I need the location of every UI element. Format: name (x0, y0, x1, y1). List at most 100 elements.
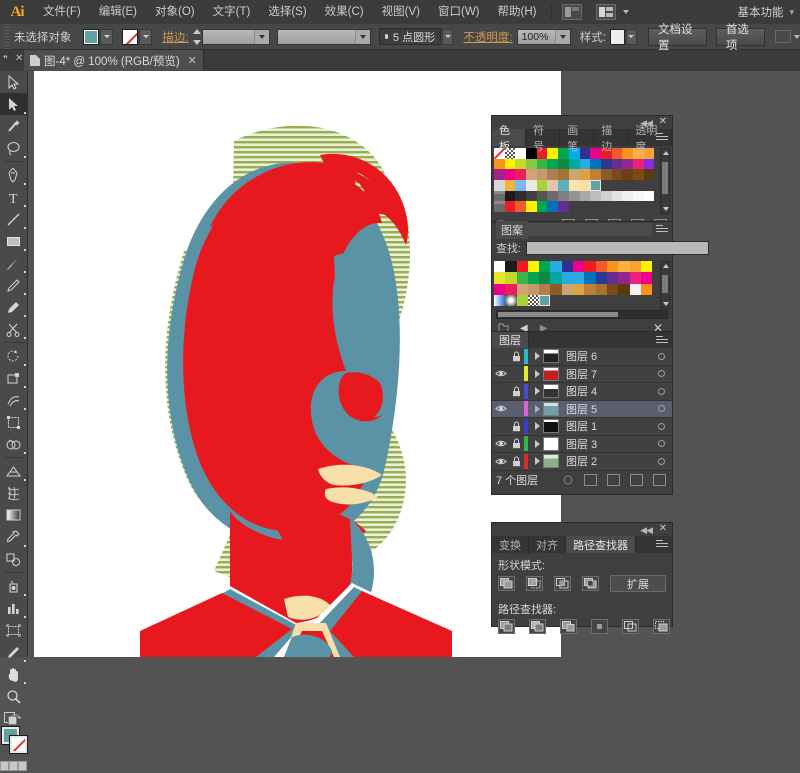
layer-name[interactable]: 图层 1 (559, 418, 650, 434)
lock-toggle-icon[interactable] (509, 438, 523, 449)
swatch-cell[interactable] (622, 180, 633, 191)
tab-layers[interactable]: 图层 (492, 332, 529, 348)
swatch-cell[interactable] (568, 190, 580, 202)
pen-tool[interactable] (0, 164, 27, 186)
pattern-cell[interactable] (641, 295, 652, 306)
pattern-cell[interactable] (606, 272, 619, 284)
menu-type[interactable]: 文字(T) (204, 0, 260, 24)
pattern-cell[interactable] (595, 272, 607, 284)
pattern-cell[interactable] (516, 294, 528, 307)
pattern-cell[interactable] (584, 272, 596, 284)
swap-colors-icon[interactable]: ⤺ (11, 711, 22, 722)
scrollbar-thumb[interactable] (662, 275, 668, 293)
artboard[interactable] (34, 71, 561, 657)
pattern-cell[interactable] (640, 272, 653, 284)
swatch-cell[interactable] (504, 201, 516, 213)
scale-tool[interactable] (0, 367, 27, 389)
layer-name[interactable]: 图层 7 (559, 366, 650, 382)
panel-menu-icon[interactable] (656, 540, 668, 549)
pattern-cell[interactable] (584, 295, 595, 306)
layer-name[interactable]: 图层 5 (559, 401, 650, 417)
menu-edit[interactable]: 编辑(E) (90, 0, 146, 24)
panel-menu-icon[interactable] (656, 225, 668, 234)
scrollbar-thumb[interactable] (662, 162, 668, 194)
stroke-weight-label[interactable]: 描边: (162, 29, 188, 45)
pattern-cell[interactable] (596, 295, 607, 306)
swatch-cell[interactable] (568, 169, 580, 181)
swatches-scrollbar[interactable] (660, 148, 670, 214)
canvas-area[interactable] (28, 71, 800, 657)
swatch-cell[interactable] (632, 158, 644, 170)
layer-target-indicator[interactable] (650, 370, 672, 378)
layer-target-indicator[interactable] (650, 422, 672, 430)
layer-name[interactable]: 图层 3 (559, 436, 650, 452)
menu-file[interactable]: 文件(F) (34, 0, 90, 24)
slice-tool[interactable] (0, 641, 27, 663)
width-tool[interactable] (0, 389, 27, 411)
swatch-cell[interactable] (632, 190, 644, 202)
workspace-switcher[interactable]: 基本功能 ▾ (737, 4, 794, 20)
swatch-cell[interactable] (547, 190, 559, 202)
gradient-tool[interactable] (0, 504, 27, 526)
pattern-cell[interactable] (527, 283, 540, 295)
pattern-cell[interactable] (629, 283, 641, 295)
swatch-cell[interactable] (590, 169, 601, 181)
control-bar-grip[interactable] (4, 23, 10, 50)
pattern-cell[interactable] (618, 283, 630, 295)
swatch-cell[interactable] (579, 190, 591, 202)
pattern-cell[interactable] (539, 272, 551, 284)
layer-target-indicator[interactable] (650, 457, 672, 465)
swatch-cell[interactable] (547, 201, 559, 213)
pattern-panel[interactable]: 图案 查找: ◀ ▶ ✕ (491, 220, 710, 337)
lasso-tool[interactable] (0, 137, 27, 159)
swatch-cell[interactable] (536, 158, 548, 170)
swatch-cell[interactable] (643, 180, 655, 191)
swatch-cell[interactable] (590, 190, 601, 202)
layer-row[interactable]: 图层 1 (492, 418, 672, 436)
swatch-cell[interactable] (600, 158, 612, 170)
swatch-cell[interactable] (590, 180, 601, 191)
swatch-cell[interactable] (632, 201, 644, 213)
brush-dropdown[interactable] (442, 28, 454, 45)
pattern-cell[interactable] (573, 272, 585, 284)
expand-layer-icon[interactable] (531, 404, 543, 413)
pattern-cell[interactable] (539, 283, 551, 295)
swatch-cell[interactable] (558, 190, 569, 202)
portrait-artwork[interactable] (34, 71, 561, 657)
swatch-cell[interactable] (494, 148, 505, 159)
fill-color-control[interactable] (83, 28, 114, 45)
pattern-cell[interactable] (629, 261, 641, 273)
layer-row[interactable]: 图层 2 (492, 453, 672, 471)
free-transform-tool[interactable] (0, 411, 27, 433)
swatches-panel[interactable]: ◀◀ ✕ 色板 符号 画笔 描边 透明度 (491, 115, 673, 234)
layers-panel[interactable]: 图层 图层 6 图层 7 图层 4 图层 5 图层 1 图层 3 图层 2 7 个图层 (491, 331, 673, 495)
merge-icon[interactable] (560, 619, 577, 634)
stroke-color-control[interactable] (122, 28, 153, 45)
create-new-layer-icon[interactable] (630, 473, 643, 486)
layer-target-indicator[interactable] (650, 405, 672, 413)
stroke-dropdown[interactable] (139, 28, 153, 45)
layer-row[interactable]: 图层 7 (492, 365, 672, 383)
swatch-grid[interactable] (492, 146, 656, 216)
swatch-cell[interactable] (632, 169, 644, 181)
direct-selection-tool[interactable] (0, 93, 27, 115)
tab-swatches[interactable]: 色板 (492, 125, 527, 153)
paintbrush-tool[interactable] (0, 252, 27, 274)
swatch-cell[interactable] (622, 190, 633, 202)
graphic-style-swatch[interactable] (609, 28, 625, 45)
pattern-cell[interactable] (640, 283, 653, 295)
pattern-cell[interactable] (550, 261, 562, 273)
swatch-cell[interactable] (600, 169, 612, 181)
pattern-cell[interactable] (629, 272, 641, 284)
perspective-grid-tool[interactable] (0, 460, 27, 482)
swatch-cell[interactable] (504, 158, 516, 170)
align-icon[interactable] (775, 30, 791, 43)
pattern-cell[interactable] (562, 295, 573, 306)
visibility-toggle-icon[interactable] (492, 369, 509, 378)
swatch-cell[interactable] (622, 201, 633, 213)
close-icon[interactable]: ✕ (15, 53, 23, 64)
unite-icon[interactable] (498, 576, 515, 591)
collapse-icon[interactable]: ❞ (3, 54, 9, 65)
pattern-cell[interactable] (584, 261, 596, 273)
crop-icon[interactable] (591, 619, 608, 634)
